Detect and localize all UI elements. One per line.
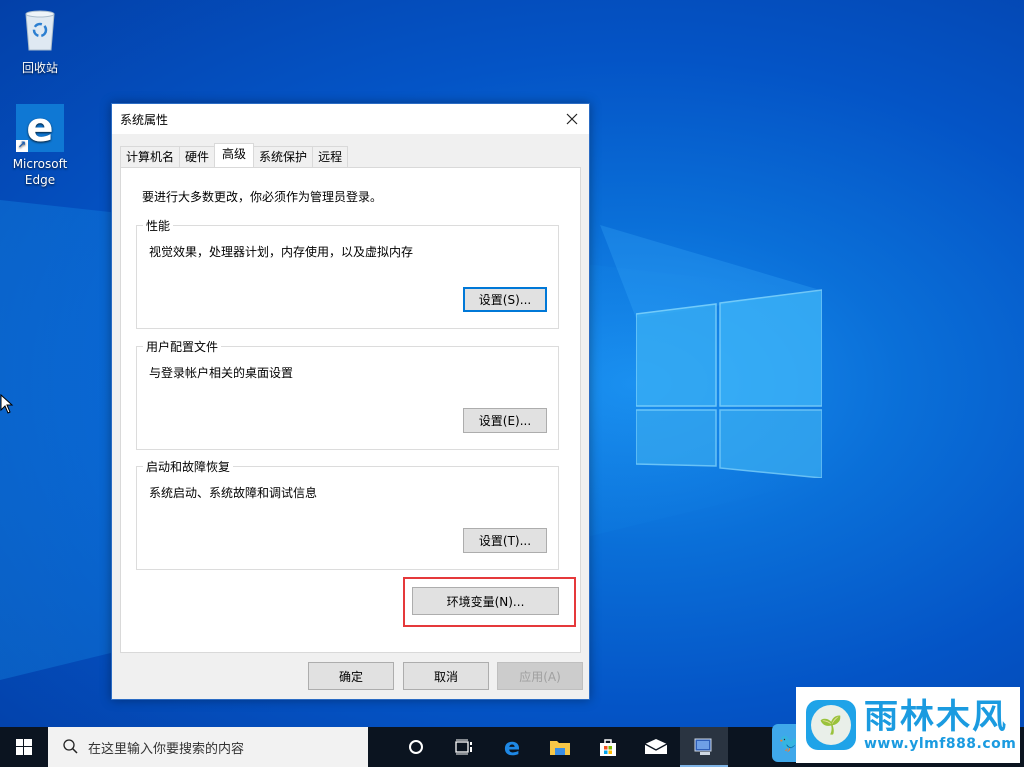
startup-recovery-group: 启动和故障恢复 系统启动、系统故障和调试信息 设置(T)... bbox=[136, 458, 559, 570]
store-bag-icon bbox=[600, 739, 616, 756]
computer-icon bbox=[694, 738, 712, 755]
user-profiles-settings-button[interactable]: 设置(E)... bbox=[463, 408, 547, 433]
desktop-icon-label: Microsoft Edge bbox=[12, 157, 68, 187]
taskbar-edge[interactable]: e bbox=[488, 727, 536, 767]
folder-icon bbox=[550, 741, 570, 755]
watermark-title: 雨林木风 bbox=[864, 697, 1008, 737]
cortana-circle-icon bbox=[409, 740, 423, 754]
shortcut-arrow-icon: ↗ bbox=[16, 140, 28, 152]
start-button[interactable] bbox=[0, 727, 48, 767]
group-description: 系统启动、系统故障和调试信息 bbox=[149, 486, 318, 500]
advanced-tab-panel: 要进行大多数更改，你必须作为管理员登录。 性能 视觉效果，处理器计划，内存使用，… bbox=[120, 167, 581, 653]
taskbar-file-explorer[interactable] bbox=[536, 727, 584, 767]
windows-logo-wallpaper bbox=[636, 289, 822, 478]
user-profiles-group: 用户配置文件 与登录帐户相关的桌面设置 设置(E)... bbox=[136, 338, 559, 450]
watermark-url: www.ylmf888.com bbox=[864, 736, 1017, 752]
group-legend: 用户配置文件 bbox=[143, 338, 222, 355]
performance-group: 性能 视觉效果，处理器计划，内存使用，以及虚拟内存 设置(S)... bbox=[136, 217, 559, 329]
edge-icon: e bbox=[503, 733, 521, 761]
ok-button[interactable]: 确定 bbox=[308, 662, 394, 690]
watermark-logo: 🌱 雨林木风 www.ylmf888.com bbox=[796, 687, 1020, 763]
taskbar-task-view[interactable] bbox=[440, 727, 488, 767]
tab-advanced[interactable]: 高级 bbox=[214, 143, 255, 167]
task-view-icon bbox=[455, 739, 472, 755]
startup-recovery-settings-button[interactable]: 设置(T)... bbox=[463, 528, 547, 553]
group-legend: 性能 bbox=[143, 217, 174, 234]
taskbar-store[interactable] bbox=[584, 727, 632, 767]
taskbar-system-properties[interactable] bbox=[680, 727, 728, 767]
watermark-logo-icon: 🌱 bbox=[806, 700, 856, 750]
dialog-title: 系统属性 bbox=[120, 112, 169, 127]
desktop-icon-label: 回收站 bbox=[21, 61, 58, 75]
windows-start-icon bbox=[16, 739, 32, 755]
desktop-icon-edge[interactable]: e ↗ Microsoft Edge bbox=[2, 104, 78, 188]
environment-variables-button[interactable]: 环境变量(N)... bbox=[412, 587, 559, 615]
tab-computer-name[interactable]: 计算机名 bbox=[120, 146, 181, 167]
search-placeholder: 在这里输入你要搜索的内容 bbox=[88, 741, 245, 757]
taskbar-search-box[interactable]: 在这里输入你要搜索的内容 bbox=[48, 727, 368, 767]
tab-system-protection[interactable]: 系统保护 bbox=[253, 146, 314, 167]
tab-hardware[interactable]: 硬件 bbox=[179, 146, 216, 167]
edge-icon: e ↗ bbox=[16, 104, 64, 152]
group-description: 视觉效果，处理器计划，内存使用，以及虚拟内存 bbox=[149, 245, 414, 259]
group-legend: 启动和故障恢复 bbox=[143, 458, 234, 475]
taskbar-cortana[interactable] bbox=[392, 727, 440, 767]
mail-icon bbox=[644, 739, 668, 754]
tab-remote[interactable]: 远程 bbox=[312, 146, 349, 167]
tab-bar: 计算机名 硬件 高级 系统保护 远程 bbox=[120, 143, 349, 167]
cancel-button[interactable]: 取消 bbox=[403, 662, 489, 690]
desktop-icon-recycle-bin[interactable]: 回收站 bbox=[2, 8, 78, 76]
mouse-cursor-icon bbox=[0, 394, 14, 414]
dialog-titlebar[interactable]: 系统属性 bbox=[112, 104, 589, 134]
taskbar-mail[interactable] bbox=[632, 727, 680, 767]
close-icon bbox=[566, 113, 578, 125]
apply-button[interactable]: 应用(A) bbox=[497, 662, 583, 690]
admin-notice: 要进行大多数更改，你必须作为管理员登录。 bbox=[142, 190, 383, 204]
performance-settings-button[interactable]: 设置(S)... bbox=[463, 287, 547, 312]
search-icon bbox=[63, 739, 78, 754]
recycle-bin-icon bbox=[25, 10, 55, 51]
group-description: 与登录帐户相关的桌面设置 bbox=[149, 366, 294, 380]
close-button[interactable] bbox=[555, 104, 589, 134]
system-properties-dialog: 系统属性 计算机名 硬件 高级 系统保护 远程 要进行大多数更改，你必须作为管理… bbox=[111, 103, 590, 700]
